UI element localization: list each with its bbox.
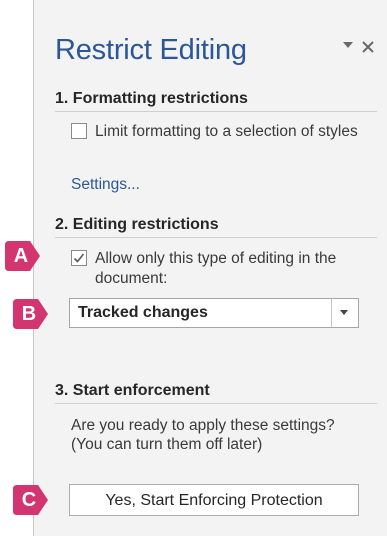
callout-marker-c: C <box>10 482 50 518</box>
editing-type-dropdown[interactable]: Tracked changes <box>69 298 359 328</box>
allow-editing-type-checkbox[interactable] <box>71 250 87 266</box>
start-enforcement-heading: 3. Start enforcement <box>55 382 377 404</box>
callout-marker-a: A <box>2 238 42 274</box>
start-enforcing-protection-button[interactable]: Yes, Start Enforcing Protection <box>69 484 359 516</box>
allow-editing-type-label: Allow only this type of editing in the d… <box>95 250 337 287</box>
limit-formatting-label: Limit formatting to a selection of style… <box>95 123 358 140</box>
callout-marker-b: B <box>10 296 50 332</box>
callout-letter: A <box>13 245 29 267</box>
limit-formatting-checkbox[interactable] <box>71 123 87 139</box>
settings-link[interactable]: Settings... <box>71 176 140 194</box>
editing-restrictions-heading: 2. Editing restrictions <box>55 216 377 238</box>
callout-letter: B <box>21 303 37 325</box>
dropdown-divider <box>331 299 332 327</box>
checkmark-icon <box>73 253 85 263</box>
chevron-down-icon <box>340 310 348 315</box>
restrict-editing-pane: Restrict Editing 1. Formatting restricti… <box>33 0 387 536</box>
enforcement-description: Are you ready to apply these settings? (… <box>71 417 335 453</box>
editing-type-selected-value: Tracked changes <box>78 304 208 321</box>
callout-letter: C <box>21 489 37 511</box>
close-icon[interactable] <box>359 38 377 56</box>
formatting-restrictions-heading: 1. Formatting restrictions <box>55 90 377 112</box>
pane-title: Restrict Editing <box>55 34 247 66</box>
triangle-down-icon[interactable] <box>339 38 357 52</box>
